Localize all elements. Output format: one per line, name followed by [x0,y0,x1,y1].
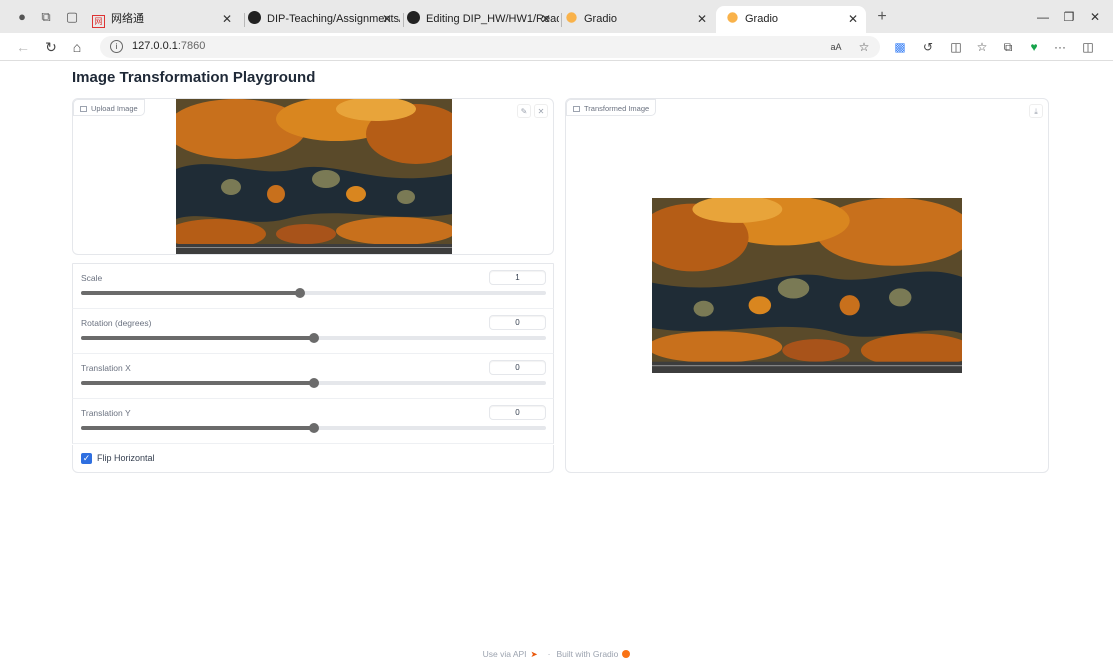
github-icon [248,11,261,24]
split-screen-icon[interactable]: ◫ [948,39,964,55]
built-with-gradio-link[interactable]: Built with Gradio [557,649,619,659]
gradio-logo-icon [622,650,631,658]
restore-icon[interactable]: ❐ [1059,10,1079,24]
transformed-label-text: Transformed Image [584,104,650,113]
flip-horizontal-row[interactable]: ✓ Flip Horizontal [72,445,554,473]
tab-label: Gradio [584,13,618,25]
upload-image-panel[interactable]: Upload Image ✎ ✕ [72,98,554,255]
tab-label: Gradio [745,13,779,25]
slider-track[interactable] [81,333,546,343]
favorites-icon[interactable]: ☆ [974,39,990,55]
site-info-icon[interactable]: i [110,40,123,53]
flip-horizontal-checkbox[interactable]: ✓ [81,453,92,464]
slider-value-input[interactable]: 0 [489,405,546,420]
close-tab-icon[interactable]: ✕ [697,6,707,33]
slider-fill [81,426,314,430]
back-icon[interactable]: ← [14,38,32,56]
footer-separator: · [547,649,551,659]
url-text: 127.0.0.1:7860 [132,40,205,52]
slider-thumb[interactable] [308,333,319,343]
tab-collections-icon[interactable]: ⧉ [1000,39,1016,55]
transformed-image [652,198,962,373]
slider-value-input[interactable]: 0 [489,315,546,330]
slider-value-input[interactable]: 0 [489,360,546,375]
slider-value-input[interactable]: 1 [489,270,546,285]
close-window-icon[interactable]: ✕ [1085,10,1105,24]
image-icon [80,106,87,112]
slider-rotation: Rotation (degrees) 0 [72,309,554,354]
tab-divider [561,13,562,27]
tab-label: 网络通 [111,13,144,25]
slider-track[interactable] [81,288,546,298]
favorite-star-icon[interactable]: ☆ [856,39,872,55]
tab-github-assignments[interactable]: DIP-Teaching/Assignments/01_In ✕ [248,6,400,33]
refresh-icon[interactable]: ↻ [42,38,60,56]
slider-fill [81,291,300,295]
slider-thumb[interactable] [308,423,319,433]
slider-translation-y: Translation Y 0 [72,399,554,444]
close-tab-icon[interactable]: ✕ [382,6,392,33]
workspaces-icon[interactable]: ⧉ [38,9,54,25]
page-title: Image Transformation Playground [72,69,316,86]
tab-label: DIP-Teaching/Assignments/01_In [267,13,400,25]
home-icon[interactable]: ⌂ [68,38,86,56]
url-port: :7860 [177,40,206,52]
flip-horizontal-label[interactable]: Flip Horizontal [97,453,155,463]
profile-icon[interactable]: ● [14,9,30,25]
image-icon [573,106,580,112]
tab-label: Editing DIP_HW/HW1/Readme.m [426,13,559,25]
browser-tab-bar: ● ⧉ ▢ 网网络通 ✕ DIP-Teaching/Assignments/01… [0,0,1113,33]
close-tab-icon[interactable]: ✕ [541,6,551,33]
slider-thumb[interactable] [308,378,319,388]
use-via-api-link[interactable]: Use via API [483,649,527,659]
slider-scale: Scale 1 [72,264,554,309]
github-icon [407,11,420,24]
slider-label: Translation X [81,363,131,373]
tab-actions-icon[interactable]: ▢ [64,9,80,25]
url-host: 127.0.0.1 [132,40,178,52]
slider-label: Scale [81,273,103,283]
tab-gradio-active[interactable]: Gradio ✕ [716,6,866,33]
read-aloud-icon[interactable]: aA [828,39,844,55]
close-tab-icon[interactable]: ✕ [222,6,232,33]
tab-netease[interactable]: 网网络通 ✕ [92,6,240,33]
collections-icon[interactable]: ▩ [892,39,908,55]
upload-label-text: Upload Image [91,104,138,113]
tab-divider [244,13,245,27]
more-menu-icon[interactable]: ··· [1052,39,1068,55]
uploaded-image [176,99,452,254]
slider-fill [81,381,314,385]
footer: Use via API ➤ · Built with Gradio [0,649,1113,660]
slider-label: Rotation (degrees) [81,318,152,328]
url-field[interactable]: i 127.0.0.1:7860 aA ☆ [100,36,880,58]
transformed-image-panel: Transformed Image ⤓ [565,98,1049,473]
extension-icon[interactable]: ↺ [920,39,936,55]
minimize-icon[interactable]: — [1033,10,1053,24]
browser-essentials-icon[interactable]: ♥ [1026,39,1042,55]
edit-icon[interactable]: ✎ [517,104,531,118]
new-tab-icon[interactable]: + [874,9,890,25]
tab-divider [403,13,404,27]
slider-fill [81,336,314,340]
tab-gradio-1[interactable]: Gradio ✕ [565,6,715,33]
netease-favicon-icon: 网 [92,15,105,28]
slider-track[interactable] [81,378,546,388]
rocket-icon: ➤ [530,649,538,659]
slider-track[interactable] [81,423,546,433]
sidebar-toggle-icon[interactable]: ◫ [1080,39,1096,55]
close-tab-icon[interactable]: ✕ [848,6,858,33]
address-bar: ← ↻ ⌂ i 127.0.0.1:7860 aA ☆ ▩ ↺ ◫ ☆ ⧉ ♥ … [0,33,1113,61]
download-icon[interactable]: ⤓ [1029,104,1043,118]
clear-icon[interactable]: ✕ [534,104,548,118]
tab-github-editing[interactable]: Editing DIP_HW/HW1/Readme.m ✕ [407,6,559,33]
slider-translation-x: Translation X 0 [72,354,554,399]
transformed-image-label: Transformed Image [566,99,657,116]
upload-image-label: Upload Image [73,99,145,116]
slider-thumb[interactable] [294,288,305,298]
gradio-favicon-icon [566,12,577,23]
gradio-favicon-icon [727,12,738,23]
slider-label: Translation Y [81,408,131,418]
